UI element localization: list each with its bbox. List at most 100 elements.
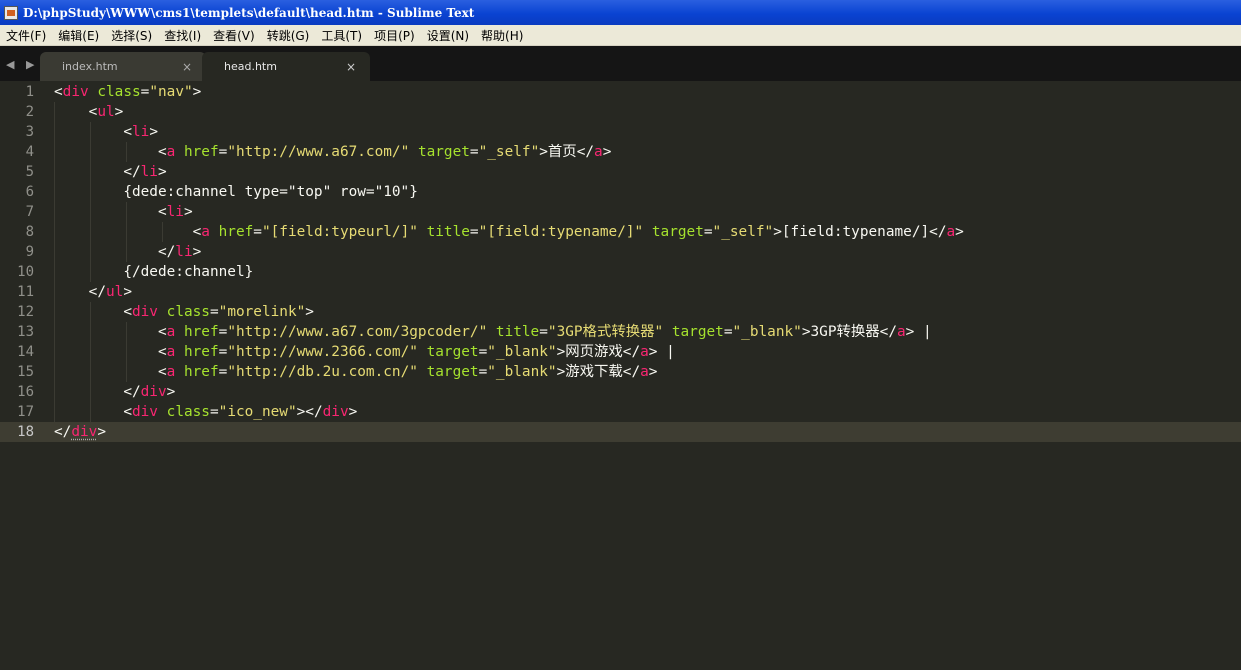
code-text: </li> (54, 162, 167, 182)
code-token-txt: = (218, 344, 228, 360)
code-line[interactable]: 13 <a href="http://www.a67.com/3gpcoder/… (0, 322, 1241, 342)
menu-project[interactable]: 项目(P) (368, 27, 421, 44)
menu-view[interactable]: 查看(V) (207, 27, 261, 44)
code-token-txt: = (253, 224, 262, 240)
code-token-attr: title (426, 224, 470, 240)
code-token-attr: title (495, 324, 540, 340)
code-line[interactable]: 18 </div> (0, 422, 1241, 442)
menu-help[interactable]: 帮助(H) (475, 27, 529, 44)
code-token-txt: </ (157, 244, 176, 260)
code-token-tag: div (131, 404, 158, 420)
menu-preferences[interactable]: 设置(N) (421, 27, 475, 44)
code-line[interactable]: 4 <a href="http://www.a67.com/" target="… (0, 142, 1241, 162)
code-token-attr: class (97, 84, 141, 100)
code-text: {dede:channel type="top" row="10"} (54, 182, 418, 202)
sublime-app-icon (4, 5, 18, 20)
code-text: </div> (54, 422, 106, 442)
code-line[interactable]: 16 </div> (0, 382, 1241, 402)
code-token-tag: a (201, 224, 210, 240)
code-line[interactable]: 14 <a href="http://www.2366.com/" target… (0, 342, 1241, 362)
code-token-txt: > (305, 304, 314, 320)
code-token-tag: a (166, 344, 176, 360)
menu-file[interactable]: 文件(F) (0, 27, 52, 44)
code-token-txt: = (469, 224, 479, 240)
code-token-attr: href (183, 364, 219, 380)
code-token-str: "morelink" (218, 304, 306, 320)
code-text: <div class="nav"> (54, 82, 202, 102)
tab-index-htm[interactable]: index.htm × (40, 52, 206, 81)
code-token-attr: target (426, 344, 479, 360)
code-token-txt: > (114, 104, 124, 120)
code-token-txt: = (209, 304, 219, 320)
menu-tools[interactable]: 工具(T) (315, 27, 368, 44)
code-token-txt: < (157, 144, 167, 160)
code-line[interactable]: 17 <div class="ico_new"></div> (0, 402, 1241, 422)
code-line[interactable]: 5 </li> (0, 162, 1241, 182)
code-token-attr: target (671, 324, 724, 340)
code-line[interactable]: 6 {dede:channel type="top" row="10"} (0, 182, 1241, 202)
code-token-txt: >网页游戏</ (556, 344, 641, 360)
code-line[interactable]: 12 <div class="morelink"> (0, 302, 1241, 322)
code-token-attr: class (166, 304, 210, 320)
menu-find[interactable]: 查找(I) (158, 27, 207, 44)
tab-head-htm[interactable]: head.htm × (202, 52, 370, 81)
code-token-txt: > (166, 384, 176, 400)
code-token-tag: a (166, 364, 176, 380)
code-text: <a href="http://db.2u.com.cn/" target="_… (54, 362, 658, 382)
menu-goto[interactable]: 转跳(G) (261, 27, 316, 44)
code-token-tag: div (131, 304, 158, 320)
code-line[interactable]: 15 <a href="http://db.2u.com.cn/" target… (0, 362, 1241, 382)
code-line[interactable]: 3 <li> (0, 122, 1241, 142)
code-token-txt: = (218, 144, 228, 160)
title-bar: D:\phpStudy\WWW\cms1\templets\default\he… (0, 0, 1241, 25)
tab-nav-arrows-icon[interactable]: ◀ ▶ (6, 58, 38, 71)
code-token-txt: < (157, 204, 167, 220)
code-token-txt: >游戏下载</ (556, 364, 641, 380)
code-text: <div class="morelink"> (54, 302, 314, 322)
code-line[interactable]: 8 <a href="[field:typeurl/]" title="[fie… (0, 222, 1241, 242)
line-number: 9 (25, 244, 34, 260)
code-line[interactable]: 9 </li> (0, 242, 1241, 262)
code-token-txt: >3GP转换器</ (801, 324, 897, 340)
code-text: {/dede:channel} (54, 262, 254, 282)
code-token-str: "[field:typeurl/]" (261, 224, 418, 240)
code-token-str: "[field:typename/]" (478, 224, 644, 240)
code-token-str: "_self" (478, 144, 540, 160)
code-line[interactable]: 2 <ul> (0, 102, 1241, 122)
code-line[interactable]: 10 {/dede:channel} (0, 262, 1241, 282)
close-icon[interactable]: × (182, 60, 192, 74)
code-token-txt: < (123, 404, 132, 420)
tab-label: index.htm (62, 60, 118, 73)
line-number: 4 (25, 144, 34, 160)
line-number: 13 (17, 324, 34, 340)
code-token-tag: a (166, 144, 176, 160)
code-token-tag: ul (105, 284, 124, 300)
code-line[interactable]: 1 <div class="nav"> (0, 82, 1241, 102)
menu-selection[interactable]: 选择(S) (105, 27, 158, 44)
code-token-txt: ></ (296, 404, 323, 420)
code-token-txt: >[field:typename/]</ (773, 224, 947, 240)
code-token-txt: = (209, 404, 219, 420)
line-number: 8 (25, 224, 34, 240)
close-icon[interactable]: × (346, 60, 356, 74)
code-editor[interactable]: 1 <div class="nav"> 2 <ul> 3 <li> 4 <a href=… (0, 81, 1241, 670)
code-line[interactable]: 7 <li> (0, 202, 1241, 222)
menu-edit[interactable]: 编辑(E) (52, 27, 105, 44)
code-token-attr: href (183, 324, 219, 340)
code-text: </ul> (54, 282, 132, 302)
line-number: 11 (17, 284, 34, 300)
code-token-txt: = (723, 324, 733, 340)
code-text: <a href="http://www.a67.com/3gpcoder/" t… (54, 322, 932, 342)
code-line[interactable]: 11 </ul> (0, 282, 1241, 302)
line-number: 2 (25, 104, 34, 120)
code-token-str: "http://db.2u.com.cn/" (227, 364, 418, 380)
code-token-txt: > (183, 204, 193, 220)
code-token-tag: a (640, 344, 649, 360)
code-token-txt: > (97, 424, 106, 440)
code-text: <a href="http://www.a67.com/" target="_s… (54, 142, 612, 162)
